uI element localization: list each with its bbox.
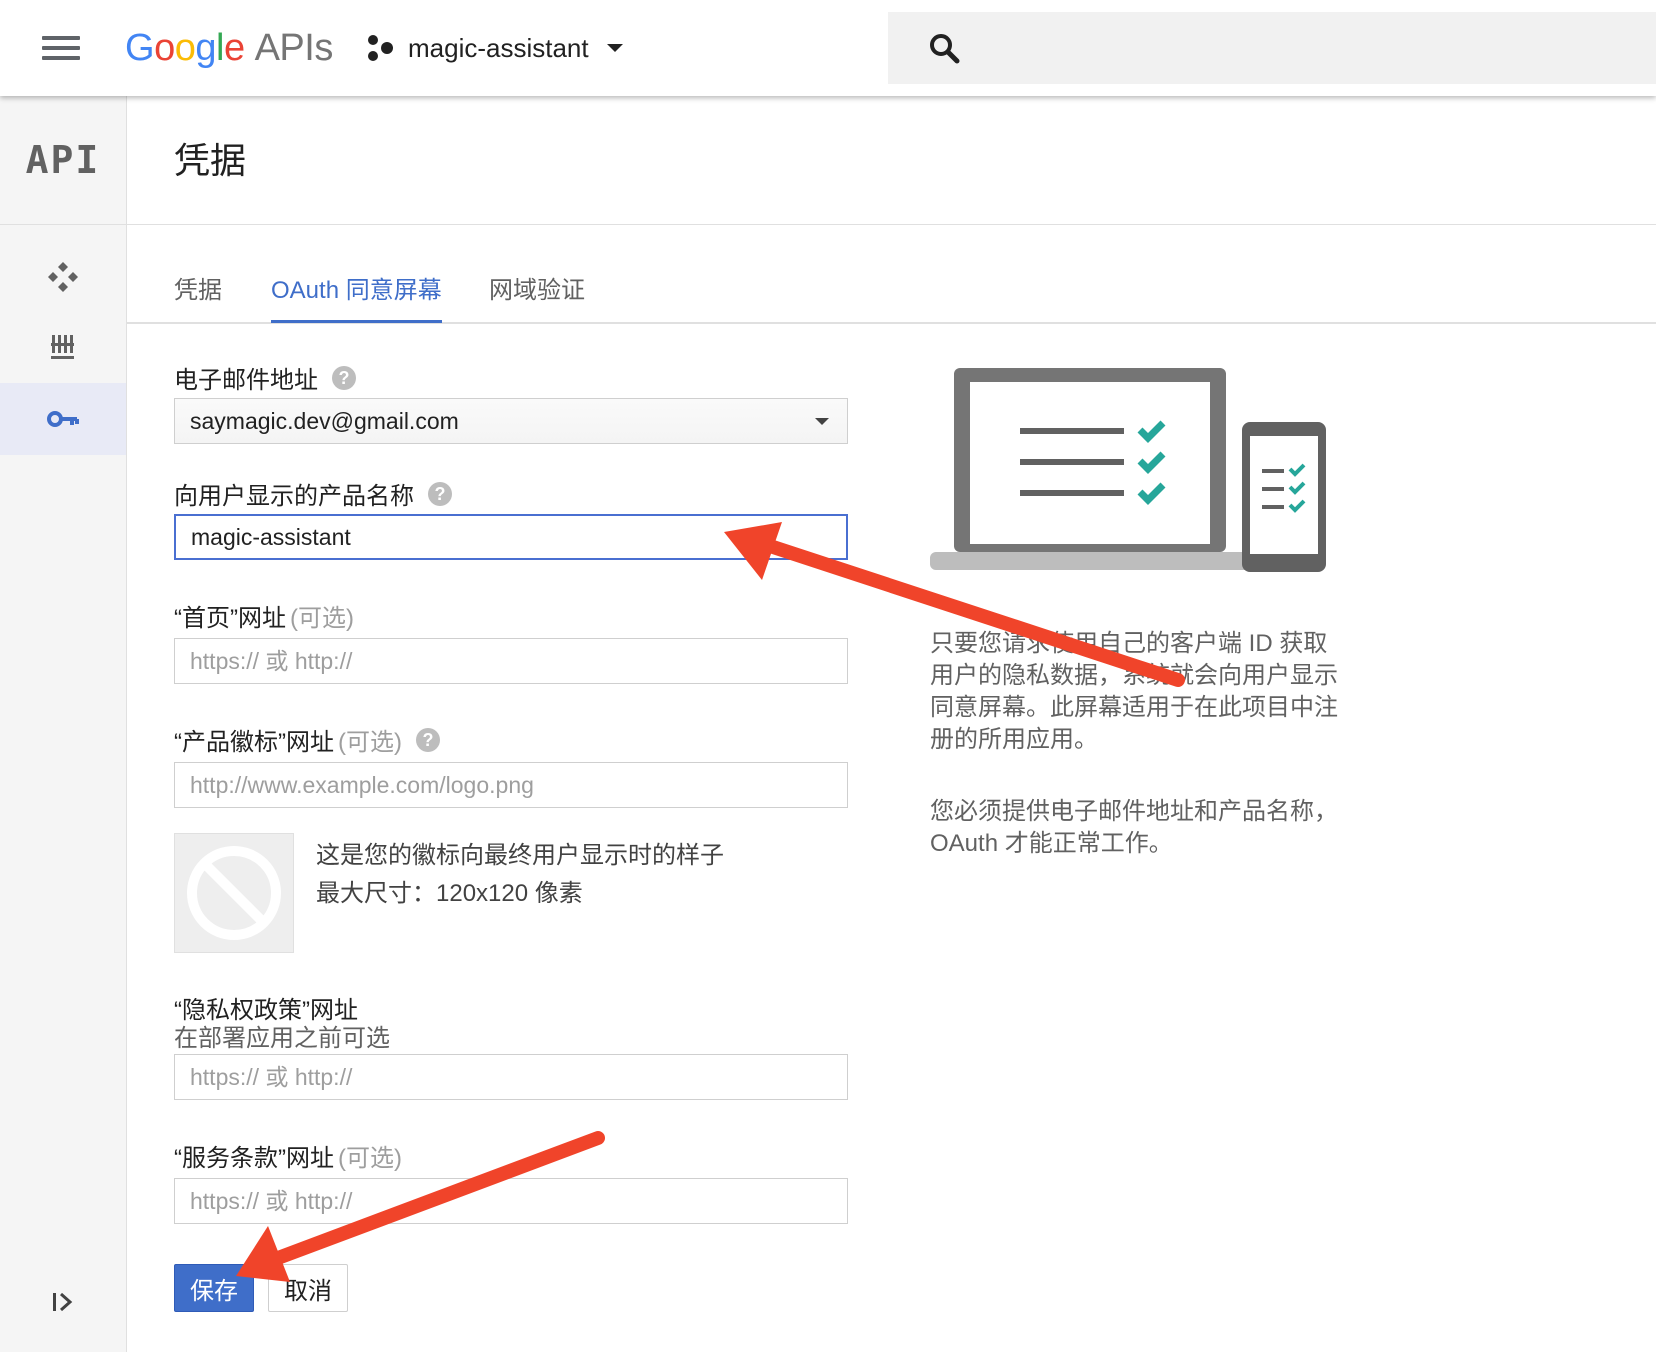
page-title: 凭据 — [174, 140, 247, 181]
terms-input[interactable] — [175, 1179, 847, 1223]
search-input[interactable] — [978, 28, 1622, 70]
email-value: saymagic.dev@gmail.com — [190, 408, 459, 434]
info-paragraph-consent: 只要您请求使用自己的客户端 ID 获取用户的隐私数据，系统就会向用户显示同意屏幕… — [930, 630, 1338, 753]
page-header: 凭据 — [126, 96, 1656, 225]
search-icon[interactable] — [928, 32, 960, 64]
api-section-header: API — [0, 96, 126, 225]
no-image-icon — [187, 846, 281, 940]
logo-url-label: “产品徽标”网址 (可选)? — [174, 722, 440, 757]
info-paragraph-required: 您必须提供电子邮件地址和产品名称，OAuth 才能正常工作。 — [930, 798, 1338, 857]
homepage-label: “首页”网址 (可选) — [174, 605, 354, 632]
product-name-input[interactable] — [176, 516, 846, 558]
logo-preview — [174, 833, 294, 953]
rail-item-dashboard[interactable] — [0, 241, 126, 313]
help-icon[interactable]: ? — [428, 481, 452, 506]
project-selector[interactable]: magic-assistant — [366, 24, 623, 72]
search-bar[interactable] — [888, 12, 1656, 84]
rail-item-credentials[interactable] — [0, 383, 126, 455]
api-label: API — [25, 138, 101, 182]
email-select[interactable]: saymagic.dev@gmail.com — [174, 398, 848, 444]
homepage-field[interactable] — [174, 638, 848, 684]
product-name-label: 向用户显示的产品名称? — [174, 476, 452, 511]
rail-expand-button[interactable] — [0, 1280, 126, 1324]
logo-url-field[interactable] — [174, 762, 848, 808]
library-icon — [51, 335, 74, 359]
terms-label: “服务条款”网址 (可选) — [174, 1145, 402, 1172]
expand-icon — [53, 1292, 73, 1312]
consent-screen-illustration — [930, 368, 1326, 572]
tab-oauth-consent[interactable]: OAuth 同意屏幕 — [271, 270, 442, 323]
privacy-input[interactable] — [175, 1055, 847, 1099]
privacy-field[interactable] — [174, 1054, 848, 1100]
help-icon[interactable]: ? — [332, 365, 356, 390]
chevron-down-icon — [606, 44, 623, 52]
email-label: 电子邮件地址? — [174, 360, 356, 395]
side-rail: API — [0, 96, 127, 1352]
product-name-field[interactable] — [174, 514, 848, 560]
tab-domain-verification[interactable]: 网域验证 — [489, 270, 585, 320]
rail-item-library[interactable] — [0, 311, 126, 383]
save-button[interactable]: 保存 — [174, 1264, 254, 1312]
dashboard-icon — [48, 262, 78, 292]
key-icon — [47, 411, 79, 427]
project-icon — [368, 35, 393, 61]
menu-icon[interactable] — [42, 34, 80, 62]
help-icon[interactable]: ? — [415, 727, 440, 752]
logo-url-input[interactable] — [175, 763, 847, 807]
tab-credentials[interactable]: 凭据 — [174, 270, 222, 320]
logo-size-note: 最大尺寸：120x120 像素 — [316, 880, 583, 907]
privacy-sublabel: 在部署应用之前可选 — [174, 1025, 390, 1052]
tab-bar: 凭据 OAuth 同意屏幕 网域验证 — [126, 258, 1656, 324]
logo-preview-note: 这是您的徽标向最终用户显示时的样子 — [316, 842, 724, 869]
project-name: magic-assistant — [408, 32, 589, 63]
top-app-bar: Google APIs magic-assistant — [0, 0, 1656, 96]
google-apis-logo[interactable]: Google APIs — [125, 20, 333, 76]
cancel-button[interactable]: 取消 — [268, 1264, 348, 1312]
homepage-input[interactable] — [175, 639, 847, 683]
terms-field[interactable] — [174, 1178, 848, 1224]
dropdown-arrow-icon — [815, 418, 829, 425]
